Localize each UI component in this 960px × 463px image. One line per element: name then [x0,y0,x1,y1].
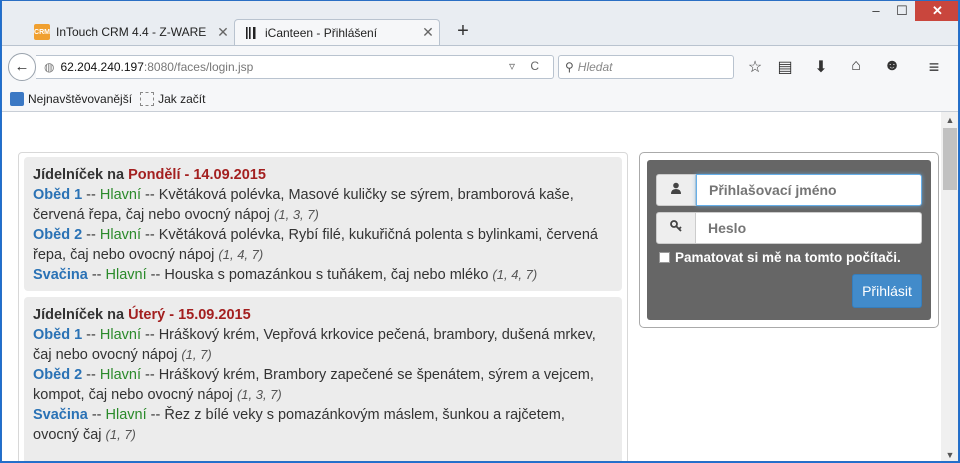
scroll-up-icon[interactable]: ▲ [941,112,958,128]
page-icon [140,92,155,106]
crm-icon: CRM [34,24,50,40]
tab-title: InTouch CRM 4.4 - Z-WARE [56,25,207,39]
username-group [656,174,922,206]
meal-item: Svačina -- Hlavní -- Houska s pomazánkou… [33,267,538,283]
minimize-button[interactable]: – [863,1,889,21]
url-bar[interactable]: ◍ 62.204.240.197:8080/faces/login.jsp ▿ … [36,55,554,79]
navigation-toolbar: ← ◍ 62.204.240.197:8080/faces/login.jsp … [2,45,958,88]
meal-item: Oběd 1 -- Hlavní -- Květáková polévka, M… [33,187,574,223]
username-input[interactable] [696,174,922,206]
scroll-thumb[interactable] [943,128,957,190]
search-placeholder: Hledat [577,60,613,74]
url-path: :8080/faces/login.jsp [143,60,254,74]
day-menu: Jídelníček na Úterý - 15.09.2015 Oběd 1 … [24,297,622,461]
password-group [656,212,922,244]
tab-strip: CRM InTouch CRM 4.4 - Z-WARE ✕ iCanteen … [2,1,958,45]
site-info-icon[interactable]: ◍ [44,60,54,74]
page-content: Jídelníček na Pondělí - 14.09.2015 Oběd … [2,112,941,461]
search-bar[interactable]: ⚲ Hledat [558,55,734,79]
day-heading: Jídelníček na Pondělí - 14.09.2015 [33,167,266,183]
remember-label: Pamatovat si mě na tomto počítači. [675,250,901,265]
fork-knife-icon [243,25,259,41]
bookmark-label: Jak začít [158,92,206,106]
reload-icon[interactable]: ▿ C [509,59,545,73]
bookmark-label: Nejnavštěvovanější [28,92,133,106]
back-button[interactable]: ← [8,53,36,81]
hamburger-menu-icon[interactable]: ≡ [922,57,946,78]
remember-me[interactable]: Pamatovat si mě na tomto počítači. [659,250,901,265]
key-icon [656,212,696,244]
meal-item: Oběd 1 -- Hlavní -- Hráškový krém, Vepřo… [33,327,596,363]
maximize-button[interactable]: ☐ [889,1,915,21]
user-icon [656,174,696,206]
search-icon: ⚲ [565,60,574,74]
downloads-icon[interactable]: ⬇ [810,57,832,77]
login-form: Pamatovat si mě na tomto počítači. Přihl… [639,152,939,328]
bookmark-folder-icon [10,92,24,106]
bookmark-getting-started[interactable]: Jak začít [140,92,205,106]
menu-list: Jídelníček na Pondělí - 14.09.2015 Oběd … [18,152,628,461]
tab-intouch-crm[interactable]: CRM InTouch CRM 4.4 - Z-WARE ✕ [28,19,234,45]
hello-icon[interactable]: ☻ [881,57,903,75]
browser-window: CRM InTouch CRM 4.4 - Z-WARE ✕ iCanteen … [1,0,959,462]
password-input[interactable] [696,212,922,244]
close-tab-icon[interactable]: ✕ [212,24,234,41]
bookmark-star-icon[interactable]: ☆ [744,57,766,77]
day-date: Pondělí - 14.09.2015 [128,167,266,183]
home-icon[interactable]: ⌂ [845,57,867,75]
login-button[interactable]: Přihlásit [852,274,922,308]
new-tab-button[interactable]: + [450,19,476,45]
close-tab-icon[interactable]: ✕ [417,24,439,41]
meal-item: Oběd 2 -- Hlavní -- Hráškový krém, Bramb… [33,367,594,403]
url-host: 62.204.240.197 [60,60,144,74]
tab-title: iCanteen - Přihlášení [265,25,378,40]
vertical-scrollbar[interactable]: ▲ ▼ [941,112,958,461]
close-window-button[interactable]: ✕ [915,1,958,21]
remember-checkbox[interactable] [659,252,670,263]
login-panel: Pamatovat si mě na tomto počítači. Přihl… [647,160,931,320]
meal-item: Oběd 2 -- Hlavní -- Květáková polévka, R… [33,227,598,263]
scroll-down-icon[interactable]: ▼ [941,447,958,461]
tab-icanteen[interactable]: iCanteen - Přihlášení ✕ [234,19,440,45]
bookmarks-toolbar: Nejnavštěvovanější Jak začít [2,87,958,112]
day-heading: Jídelníček na Úterý - 15.09.2015 [33,307,251,323]
day-menu: Jídelníček na Pondělí - 14.09.2015 Oběd … [24,157,622,291]
day-date: Úterý - 15.09.2015 [128,307,251,323]
bookmark-most-visited[interactable]: Nejnavštěvovanější [10,92,132,106]
meal-item: Svačina -- Hlavní -- Řez z bílé veky s p… [33,407,565,443]
reading-list-icon[interactable]: ▤ [774,57,796,77]
